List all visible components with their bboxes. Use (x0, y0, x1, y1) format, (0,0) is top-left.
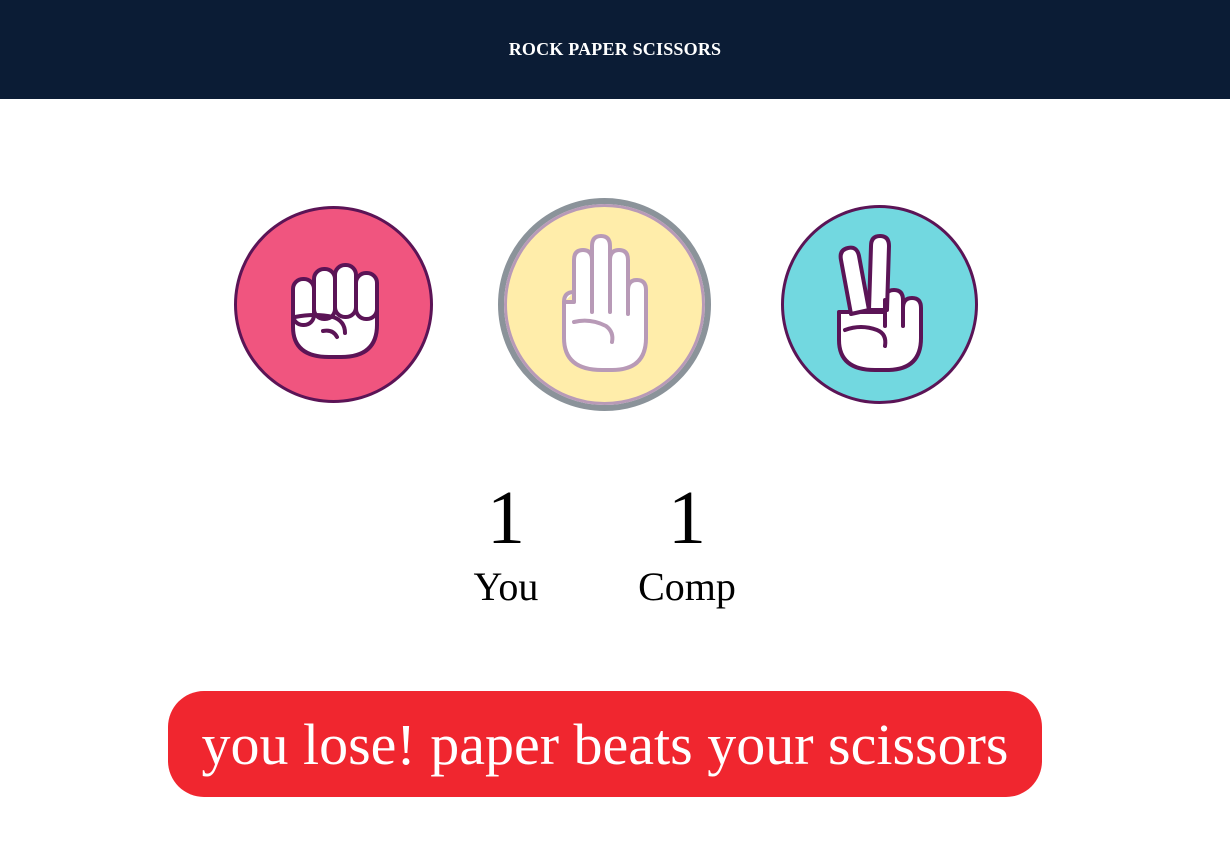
paper-choice-button[interactable] (498, 198, 711, 411)
peace-sign-icon (836, 233, 923, 372)
user-score-panel: 1 You (446, 478, 566, 610)
rock-choice-button[interactable] (234, 206, 433, 403)
computer-score-panel: 1 Comp (627, 478, 747, 610)
app-header: ROCK PAPER SCISSORS (0, 0, 1230, 99)
result-message-text: you lose! paper beats your scissors (201, 711, 1009, 777)
result-message-banner: you lose! paper beats your scissors (168, 691, 1042, 797)
computer-score-label: Comp (638, 564, 736, 609)
app-title: ROCK PAPER SCISSORS (508, 38, 722, 59)
user-score: 1 (487, 476, 525, 560)
paper-choice-circle (504, 204, 705, 405)
computer-score: 1 (668, 476, 706, 560)
open-hand-icon (561, 233, 648, 372)
fist-icon (290, 262, 379, 359)
user-score-label: You (473, 564, 539, 609)
scissors-choice-button[interactable] (781, 205, 978, 404)
